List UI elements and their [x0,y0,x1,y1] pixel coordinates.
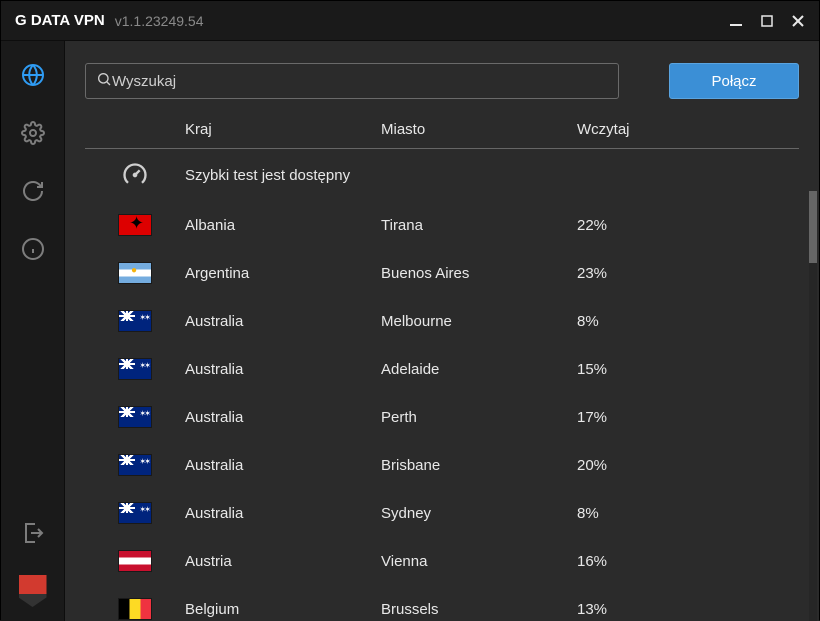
city-cell: Buenos Aires [381,265,577,282]
close-icon[interactable] [791,14,805,28]
flag-icon [119,599,151,619]
city-cell: Adelaide [381,361,577,378]
flag-icon [119,359,151,379]
table-row[interactable]: AustraliaPerth17% [85,393,785,441]
flag-icon [119,455,151,475]
table-row[interactable]: AustriaVienna16% [85,537,785,585]
col-country: Kraj [185,121,381,138]
table-row[interactable]: AustraliaBrisbane20% [85,441,785,489]
col-city: Miasto [381,121,577,138]
table-row[interactable]: ArgentinaBuenos Aires23% [85,249,785,297]
search-icon [96,71,112,92]
load-cell: 20% [577,457,785,474]
city-cell: Melbourne [381,313,577,330]
city-cell: Tirana [381,217,577,234]
table-row[interactable]: AlbaniaTirana22% [85,201,785,249]
load-cell: 15% [577,361,785,378]
titlebar: G DATA VPN v1.1.23249.54 [1,1,819,41]
flag-icon [119,215,151,235]
city-cell: Sydney [381,505,577,522]
connect-button[interactable]: Połącz [669,63,799,99]
table-row[interactable]: AustraliaAdelaide15% [85,345,785,393]
flag-icon [119,263,151,283]
info-icon[interactable] [17,233,49,265]
load-cell: 16% [577,553,785,570]
load-cell: 17% [577,409,785,426]
city-cell: Brussels [381,601,577,618]
minimize-icon[interactable] [729,14,743,28]
country-cell: Australia [185,409,381,426]
scrollbar-thumb[interactable] [809,191,817,263]
country-cell: Australia [185,457,381,474]
city-cell: Brisbane [381,457,577,474]
table-row[interactable]: BelgiumBrussels13% [85,585,785,621]
refresh-icon[interactable] [17,175,49,207]
table-row[interactable]: AustraliaMelbourne8% [85,297,785,345]
maximize-icon[interactable] [761,14,773,28]
country-cell: Belgium [185,601,381,618]
app-title: G DATA VPN [15,12,105,29]
globe-icon[interactable] [17,59,49,91]
quick-test-label: Szybki test jest dostępny [185,167,577,184]
country-cell: Albania [185,217,381,234]
country-cell: Australia [185,313,381,330]
logout-icon[interactable] [17,517,49,549]
country-cell: Australia [185,505,381,522]
flag-icon [119,503,151,523]
load-cell: 8% [577,313,785,330]
table-row[interactable]: AustraliaSydney8% [85,489,785,537]
gauge-icon [119,159,151,191]
window-controls [729,14,805,28]
load-cell: 8% [577,505,785,522]
content-area: Połącz Kraj Miasto Wczytaj Szybki test j… [65,41,819,621]
col-load: Wczytaj [577,121,799,138]
flag-icon [119,551,151,571]
table-header: Kraj Miasto Wczytaj [85,121,799,149]
country-cell: Austria [185,553,381,570]
brand-shield-icon [19,575,47,607]
server-list[interactable]: Szybki test jest dostępny AlbaniaTirana2… [85,149,799,621]
flag-icon [119,407,151,427]
app-version: v1.1.23249.54 [115,13,204,29]
flag-icon [119,311,151,331]
load-cell: 23% [577,265,785,282]
country-cell: Argentina [185,265,381,282]
sidebar [1,41,65,621]
city-cell: Perth [381,409,577,426]
search-input[interactable] [112,73,608,90]
search-input-wrapper[interactable] [85,63,619,99]
gear-icon[interactable] [17,117,49,149]
country-cell: Australia [185,361,381,378]
city-cell: Vienna [381,553,577,570]
load-cell: 13% [577,601,785,618]
quick-test-row[interactable]: Szybki test jest dostępny [85,149,785,201]
load-cell: 22% [577,217,785,234]
